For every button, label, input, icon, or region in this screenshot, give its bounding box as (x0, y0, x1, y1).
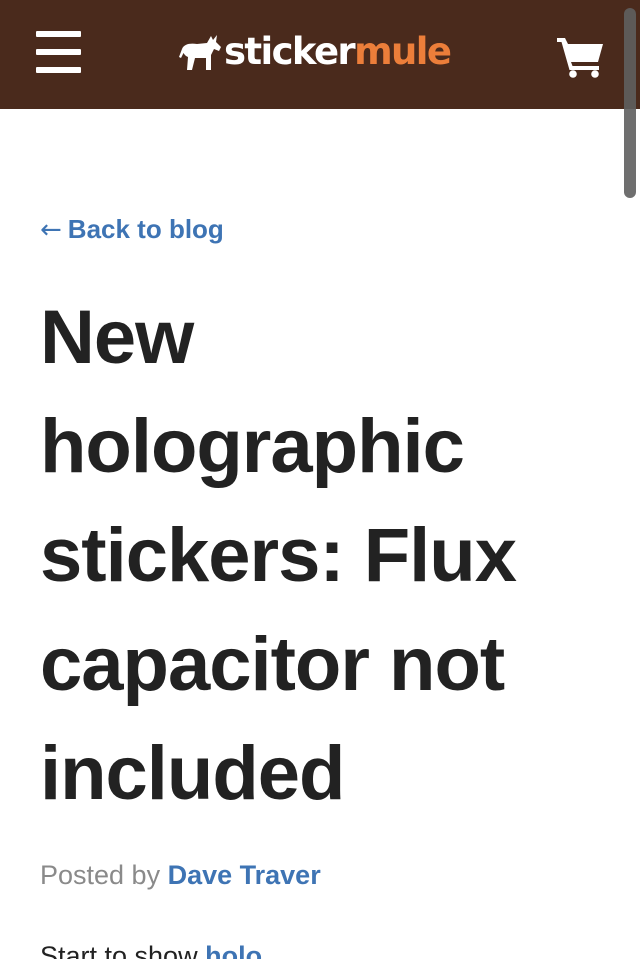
article-body-first-line: Start to show holo (40, 936, 262, 959)
mule-icon (179, 35, 221, 70)
blog-post-page: stickermule ← Back to blog New holographi… (0, 0, 640, 959)
back-to-blog-link[interactable]: ← Back to blog (40, 210, 224, 249)
back-arrow-icon: ← (40, 215, 62, 245)
byline-prefix: Posted by (40, 860, 161, 890)
logo-wordmark-sticker: sticker (224, 30, 356, 73)
logo-wordmark-mule: mule (354, 30, 452, 73)
hamburger-menu-icon-bar (36, 67, 81, 73)
site-header: stickermule (0, 0, 640, 109)
back-link-label: Back to blog (67, 214, 224, 244)
body-link[interactable]: holo (205, 941, 262, 959)
page-scrollbar[interactable] (624, 8, 636, 198)
hamburger-menu-icon-bar (36, 49, 81, 55)
article-title: New holographic stickers: Flux capacitor… (40, 295, 517, 816)
article-byline: Posted by Dave Traver (40, 856, 321, 894)
stickermule-logo[interactable]: stickermule (178, 30, 452, 74)
menu-button[interactable] (36, 31, 82, 73)
hamburger-menu-icon (36, 31, 81, 37)
body-text: Start to show (40, 941, 206, 959)
author-link[interactable]: Dave Traver (168, 860, 321, 890)
shopping-cart-icon (557, 38, 603, 78)
cart-button[interactable] (556, 36, 606, 78)
logo-wordmark: stickermule (224, 30, 452, 74)
